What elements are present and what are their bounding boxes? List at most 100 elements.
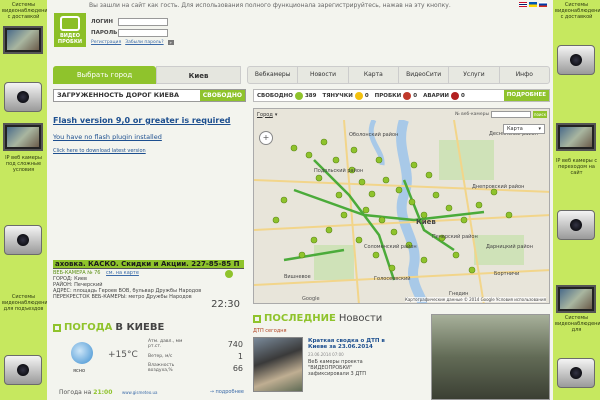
news-date: 23.06.2014 07:00	[308, 352, 344, 357]
left-camera-image-4	[4, 225, 42, 255]
traffic-status-bar: СВОБОДНО 389 ТЯНУЧКИ 0 ПРОБКИ 0 АВАРИИ 0…	[253, 89, 550, 102]
map-city-label: Киев	[416, 218, 436, 226]
webcam-card: ВЕБ-КАМЕРА № 76 см. на карте ГОРОД: Киев…	[53, 270, 244, 318]
slow-count: 0	[364, 92, 369, 99]
left-side-banner[interactable]: Системы видеонаблюдения с доставкой IP в…	[0, 0, 47, 400]
ad-ticker[interactable]: аховка. КАСКО. Скидки и Акции. 227-85-85…	[53, 260, 244, 269]
menu-item-news[interactable]: Новости	[298, 67, 349, 83]
free-status-icon	[294, 91, 303, 100]
map-type-select[interactable]: Карта ▾	[503, 124, 545, 134]
map-city-selector[interactable]: Город	[257, 112, 273, 118]
map-district-label: Подольский район	[314, 167, 363, 174]
right-camera-image-2	[556, 123, 596, 151]
login-label: ЛОГИН	[91, 19, 113, 25]
weather-title: ПОГОДА	[64, 322, 113, 333]
clear-sky-icon	[71, 342, 93, 364]
password-label: ПАРОЛЬ	[91, 30, 118, 36]
map-district-label: Дарницкий район	[486, 243, 533, 250]
flash-required-title[interactable]: Flash version 9,0 or greater is required	[53, 116, 231, 125]
flag-ua-icon[interactable]	[529, 2, 537, 7]
map-district-label: Печерский район	[432, 233, 478, 240]
wind-label: Ветер, м/с	[148, 353, 173, 359]
news-body: ВеБ камеры проекта "ВИДЕОПРОБКИ" зафикси…	[308, 359, 367, 377]
map-pin-icon[interactable]	[225, 270, 233, 278]
slow-status-icon	[354, 91, 363, 100]
news-category[interactable]: ДТП сегодня	[253, 328, 287, 334]
slow-label: ТЯНУЧКИ	[322, 92, 353, 99]
forecast-time: 21:00	[93, 389, 113, 396]
password-input[interactable]	[118, 29, 168, 37]
map-type-value: Карта	[507, 126, 523, 132]
menu-item-videocity[interactable]: ВидеоСити	[399, 67, 450, 83]
menu-item-map[interactable]: Карта	[349, 67, 399, 83]
chevron-down-icon[interactable]: ▾	[275, 112, 278, 118]
map-canvas[interactable]: Оболонский район Подольский район Киев С…	[254, 120, 550, 304]
flash-missing-subtitle[interactable]: You have no flash plugin installed	[53, 133, 162, 141]
map-district-label: Оболонский район	[349, 131, 398, 138]
traffic-state-badge: СВОБОДНО	[199, 90, 245, 101]
traffic-map[interactable]: Город ▾ № веб-камеры поиск Оболонский ра…	[253, 108, 550, 304]
current-city[interactable]: Киев	[156, 66, 241, 84]
map-zoom-control[interactable]: +	[259, 131, 273, 145]
forgot-password-link[interactable]: Забыли пароль?	[125, 40, 163, 45]
pressure-label: Атм. давл., мм рт.ст.	[148, 339, 183, 349]
choose-city-tab[interactable]: Выбрать город	[53, 66, 156, 84]
humidity-label: Влажность воздуха,%	[148, 363, 175, 373]
right-ad-text-3: Системы видеонаблюдения для	[555, 315, 600, 333]
webcam-search-button[interactable]: поиск	[533, 111, 547, 118]
register-link[interactable]: Регистрация	[91, 40, 121, 45]
free-label: СВОБОДНО	[257, 92, 293, 99]
menu-item-services[interactable]: Услуги	[449, 67, 500, 83]
menu-bar: Вебкамеры Новости Карта ВидеоСити Услуги…	[247, 66, 550, 84]
news-headline[interactable]: Краткая сводка о ДТП в Киеве за 23.06.20…	[308, 338, 390, 350]
traffic-load-label: ЗАГРУЖЕННОСТЬ ДОРОГ КИЕВА	[57, 91, 179, 99]
accident-label: АВАРИИ	[423, 92, 450, 99]
map-copyright[interactable]: Картографические данные © 2014 Google Ус…	[405, 297, 546, 302]
login-submit-button[interactable]: »	[167, 40, 174, 45]
weather-widget: ПОГОДА В КИЕВЕ ясно +15°C Атм. давл., мм…	[53, 322, 244, 398]
webcam-search-label: № веб-камеры	[455, 112, 489, 117]
welcome-message: Вы зашли на сайт как гость. Для использо…	[89, 2, 451, 9]
pressure-value: 740	[227, 339, 243, 349]
weather-source-link[interactable]: www.gismeteo.ua	[122, 390, 157, 395]
menu-item-webcams[interactable]: Вебкамеры	[248, 67, 299, 83]
webcam-search-input[interactable]	[491, 111, 531, 118]
menu-item-info[interactable]: Инфо	[500, 67, 549, 83]
news-title: ПОСЛЕДНИЕ	[264, 313, 336, 324]
news-video-thumbnail[interactable]	[431, 314, 550, 400]
weather-params: Атм. давл., мм рт.ст. 740 Ветер, м/с 1 Вла…	[148, 338, 243, 374]
news-section-title: ПОСЛЕДНИЕ Новости	[253, 313, 382, 324]
site-logo[interactable]: ВИДЕО ПРОБКИ	[54, 13, 86, 47]
humidity-value: 66	[232, 363, 243, 373]
right-camera-image-4	[556, 285, 596, 313]
left-ad-text-1: Системы видеонаблюдения с доставкой	[2, 2, 47, 20]
main-nav: Выбрать город Киев Вебкамеры Новости Кар…	[53, 66, 550, 84]
status-more-button[interactable]: ПОДРОБНЕЕ	[503, 90, 549, 101]
traffic-load-bar: ЗАГРУЖЕННОСТЬ ДОРОГ КИЕВА СВОБОДНО	[53, 89, 246, 102]
flag-ru-icon[interactable]	[539, 2, 547, 7]
map-district-label: Соломенский район	[364, 243, 417, 250]
weather-temperature: +15°C	[108, 350, 138, 360]
flag-en-icon[interactable]	[519, 2, 527, 7]
news-item: Краткая сводка о ДТП в Киеве за 23.06.20…	[308, 338, 390, 377]
left-ad-text-2: IP веб камеры под сложные условия	[5, 155, 42, 173]
webcam-time: 22:30	[211, 299, 240, 310]
login-form: ЛОГИН ПАРОЛЬ Регистрация Забыли пароль? …	[91, 18, 174, 45]
flash-download-link[interactable]: Click here to download latest version	[53, 148, 146, 154]
weather-city: В КИЕВЕ	[115, 322, 165, 333]
right-side-banner[interactable]: Системы видеонаблюдения с доставкой IP в…	[553, 0, 600, 400]
login-input[interactable]	[118, 18, 168, 26]
map-district-label: Голосеевский	[374, 275, 410, 282]
language-switcher	[519, 2, 547, 7]
news-square-icon	[253, 314, 261, 323]
right-camera-image-5	[557, 358, 595, 388]
webcam-map-link[interactable]: см. на карте	[106, 270, 139, 276]
news-thumbnail[interactable]	[253, 337, 303, 392]
camera-logo-icon	[60, 16, 80, 31]
left-camera-image-1	[3, 26, 43, 54]
free-count: 389	[304, 92, 317, 99]
weather-more-link[interactable]: → подробнее	[210, 389, 244, 395]
map-district-label: Бортничи	[494, 271, 519, 277]
jam-status-icon	[403, 91, 412, 100]
right-camera-image-3	[557, 210, 595, 240]
